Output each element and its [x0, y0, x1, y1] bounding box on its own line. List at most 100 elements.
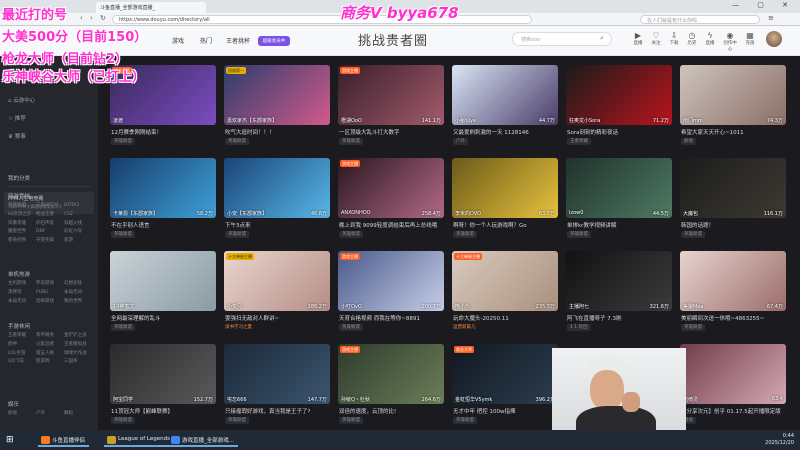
stream-title[interactable]: 又最爱刷刺激的一天 1128146 — [453, 128, 557, 136]
stream-title[interactable]: 啊呀！你一个人玩游戏啊？Go — [453, 221, 557, 229]
stream-title[interactable]: 吹气大逛时间！！！ — [225, 128, 329, 136]
stream-title[interactable]: 一区顶级大乱斗打大数字 — [339, 128, 443, 136]
nav-link-kpl[interactable]: 王者挑杯 — [226, 36, 250, 45]
stream-title[interactable]: 耍强扫无敌对人群讲~ — [225, 314, 329, 322]
stream-card[interactable]: 卡莱恩【东郡家族】 58.2万 不在乎别人语言 英雄联盟 — [110, 158, 216, 246]
sidebar-game-link[interactable]: 我的世界 — [64, 298, 92, 307]
stream-thumbnail[interactable]: 游戏主播 孙敏Q丶杜秋 264.6万 — [338, 344, 444, 404]
stream-card[interactable]: 阿宝同学 152.7万 11顶冠大师【巅峰联赛】 英雄联盟 — [110, 344, 216, 432]
streamer-name[interactable]: 小悦兄 — [227, 303, 242, 310]
category-tag[interactable]: 王者荣耀 — [567, 138, 591, 145]
category-tag[interactable]: 英雄联盟 — [339, 231, 363, 238]
stream-title[interactable]: 下午3点来 — [225, 221, 329, 229]
category-tag[interactable]: 英雄联盟 — [339, 417, 363, 424]
stream-thumbnail[interactable]: 国服第一 嘉欢家杰【东郡家族】 — [224, 65, 330, 125]
sidebar-game-link[interactable]: 使命召唤 — [8, 237, 36, 246]
streamer-name[interactable]: 凌渡 — [113, 117, 123, 124]
streamer-name[interactable]: 阿宝同学 — [113, 396, 133, 403]
streamer-name[interactable]: 美娜Mea — [683, 303, 703, 310]
search-icon[interactable]: ⌕ — [600, 34, 604, 43]
stream-card[interactable]: 李米的DVD 63.5万 啊呀！你一个人玩游戏啊？Go 英雄联盟 — [452, 158, 558, 246]
header-creator-button[interactable]: ◉ 创作中心 — [722, 31, 738, 52]
sidebar-game-link[interactable]: 炉石传说 — [36, 220, 64, 229]
stream-title[interactable]: 无才中年 把控 100w指揮 — [453, 407, 557, 415]
category-tag[interactable]: 读书学习之夏 — [225, 324, 255, 331]
stream-card[interactable]: 十大神秘主播 小悦兄 286.2万 耍强扫无敌对人群讲~ 读书学习之夏 — [224, 251, 330, 339]
stream-title[interactable]: 只接瘤瑕好游戏，真当我是王子了? — [225, 407, 329, 415]
header-banner[interactable]: 挑战贵者圈 — [358, 30, 428, 49]
category-tag[interactable]: 户外 — [453, 138, 468, 145]
vip-badge[interactable]: 超级会员中 — [258, 36, 290, 46]
stream-thumbnail[interactable]: 狂奥龙小Sora 71.2万 — [566, 65, 672, 125]
stream-thumbnail[interactable]: 游戏主播 ANXONHOO 258.4万 — [338, 158, 444, 218]
sidebar-game-link[interactable]: 三角洲行动 — [36, 202, 64, 211]
forward-icon[interactable]: › — [90, 14, 93, 22]
stream-card[interactable]: 游戏主播 孙敏Q丶杜秋 264.6万双倍的速度，云顶的比! 英雄联盟 — [338, 344, 444, 432]
stream-thumbnail[interactable]: 十大神秘主播 喵小乐 235.3万 — [452, 251, 558, 311]
sidebar-game-link[interactable]: 新游 — [64, 237, 92, 246]
stream-thumbnail[interactable]: 岩绮灵 63.4 — [680, 344, 786, 404]
streamer-name[interactable]: 卡莱恩【东郡家族】 — [113, 210, 158, 217]
sidebar-game-link[interactable]: 和平精英 — [36, 332, 64, 341]
sidebar-item-recommend[interactable]: ☆ 推荐 — [8, 114, 26, 122]
stream-card[interactable]: 美娜Mea 67.4万 美丽瞬间次送一休哦~4863255~ 英雄联盟 — [680, 251, 786, 339]
sidebar-game-link[interactable]: 英雄联盟 — [8, 202, 36, 211]
stream-title[interactable]: 双倍的速度，云顶的比! — [339, 407, 443, 415]
stream-thumbnail[interactable]: 商业大师 金虹恒华V5ymk 396.2万 — [452, 344, 558, 404]
stream-thumbnail[interactable]: Izow0 44.5万 — [566, 158, 672, 218]
category-tag[interactable]: 英雄联盟 — [567, 231, 591, 238]
category-tag[interactable]: 英雄联盟 — [681, 324, 705, 331]
sidebar-game-link[interactable]: 黑神话 — [8, 289, 36, 298]
stream-thumbnail[interactable]: 李米的DVD 63.5万 — [452, 158, 558, 218]
reload-icon[interactable]: ↻ — [100, 14, 106, 22]
section-title-single[interactable]: 单机热游 — [8, 270, 30, 278]
sidebar-game-link[interactable]: 守望先锋 — [36, 237, 64, 246]
streamer-name[interactable]: 小安【东郡家族】 — [227, 210, 267, 217]
section-title-mobile[interactable]: 手游休闲 — [8, 322, 30, 330]
avatar[interactable] — [766, 31, 782, 47]
category-tag[interactable]: 英雄联盟 — [111, 231, 135, 238]
stream-title[interactable]: Sora刻刻的精彩夜话 — [567, 128, 671, 136]
sidebar-game-link[interactable]: 风暴英雄 — [8, 220, 36, 229]
streamer-name[interactable]: Izow0 — [569, 210, 583, 216]
stream-thumbnail[interactable]: 主播阿七 321.6万 — [566, 251, 672, 311]
stream-card[interactable]: 十大神秘主播 喵小乐 235.3万 玩命大魔头-20250.11 运营新篇儿 — [452, 251, 558, 339]
sidebar-game-link[interactable]: 怀旧游戏 — [36, 280, 64, 289]
streamer-name[interactable]: 狂奥龙小Sora — [569, 117, 600, 124]
sidebar-game-link[interactable]: DOTA2 — [64, 202, 92, 211]
browser-search-input[interactable]: 在人们就是有什么你吗 — [640, 15, 760, 24]
stream-title[interactable]: 希望大家天天开心~1011 — [681, 128, 785, 136]
stream-title[interactable]: 晚上到我 9099轻度调结束后再上总线哦 — [339, 221, 443, 229]
stream-card[interactable]: 宅忘666 147.7万 只接瘤瑕好游戏，真当我是王子了? 英雄联盟 — [224, 344, 330, 432]
stream-card[interactable]: 南门mm 74.3万希望大家天天开心~1011 颜值 — [680, 65, 786, 153]
sidebar-game-link[interactable]: 火影忍者 — [36, 341, 64, 350]
stream-thumbnail[interactable]: 大魔包 116.1万 — [680, 158, 786, 218]
header-download-button[interactable]: ⇩ 下载 — [666, 31, 682, 46]
sidebar-game-link[interactable]: 永劫无间 — [64, 289, 92, 298]
category-tag[interactable]: 颜值 — [681, 138, 696, 145]
stream-title[interactable]: 韩国的话题！ — [681, 221, 785, 229]
stream-title[interactable]: 阿飞在直播呀子 7.3刷 — [567, 314, 671, 322]
category-tag[interactable]: 英雄联盟 — [225, 138, 249, 145]
sidebar-game-link[interactable]: 主机游戏 — [8, 280, 36, 289]
stream-thumbnail[interactable]: 游戏主播 小叮OvO 200.7万 — [338, 251, 444, 311]
stream-thumbnail[interactable]: 宅忘666 147.7万 — [224, 344, 330, 404]
stream-card[interactable]: 主播阿七 321.6万 阿飞在直播呀子 7.3刷 1 1 轮回 — [566, 251, 672, 339]
stream-card[interactable]: 游戏主播 小叮OvO 200.7万 天育合格视频 而我在等你~8891 英雄联盟 — [338, 251, 444, 339]
system-clock[interactable]: 0:44 2025/12/20 — [765, 433, 794, 447]
streamer-name[interactable]: 14神笔文 — [113, 303, 134, 310]
sidebar-game-link[interactable]: 王者荣耀 — [8, 332, 36, 341]
stream-thumbnail[interactable]: 南门mm 74.3万 — [680, 65, 786, 125]
stream-thumbnail[interactable]: 14神笔文 — [110, 251, 216, 311]
streamer-name[interactable]: 李米的DVD — [455, 210, 481, 217]
stream-card[interactable]: 大魔包 116.1万 韩国的话题！ 英雄联盟 — [680, 158, 786, 246]
taskbar-app-button[interactable]: 游戏直播_全部游戏... — [168, 433, 238, 447]
stream-title[interactable]: 天育合格视频 而我在等你~8891 — [339, 314, 443, 322]
sidebar-game-link[interactable]: 三国杀 — [64, 358, 92, 367]
sidebar-game-link[interactable]: 恐怖游戏 — [36, 298, 64, 307]
streamer-name[interactable]: ANXONHOO — [341, 210, 371, 216]
category-tag[interactable]: 英雄联盟 — [453, 417, 477, 424]
stream-thumbnail[interactable]: 美娜Mea 67.4万 — [680, 251, 786, 311]
stream-thumbnail[interactable]: 小安【东郡家族】 46.8万 — [224, 158, 330, 218]
sidebar-game-link[interactable]: 金铲铲之战 — [64, 332, 92, 341]
